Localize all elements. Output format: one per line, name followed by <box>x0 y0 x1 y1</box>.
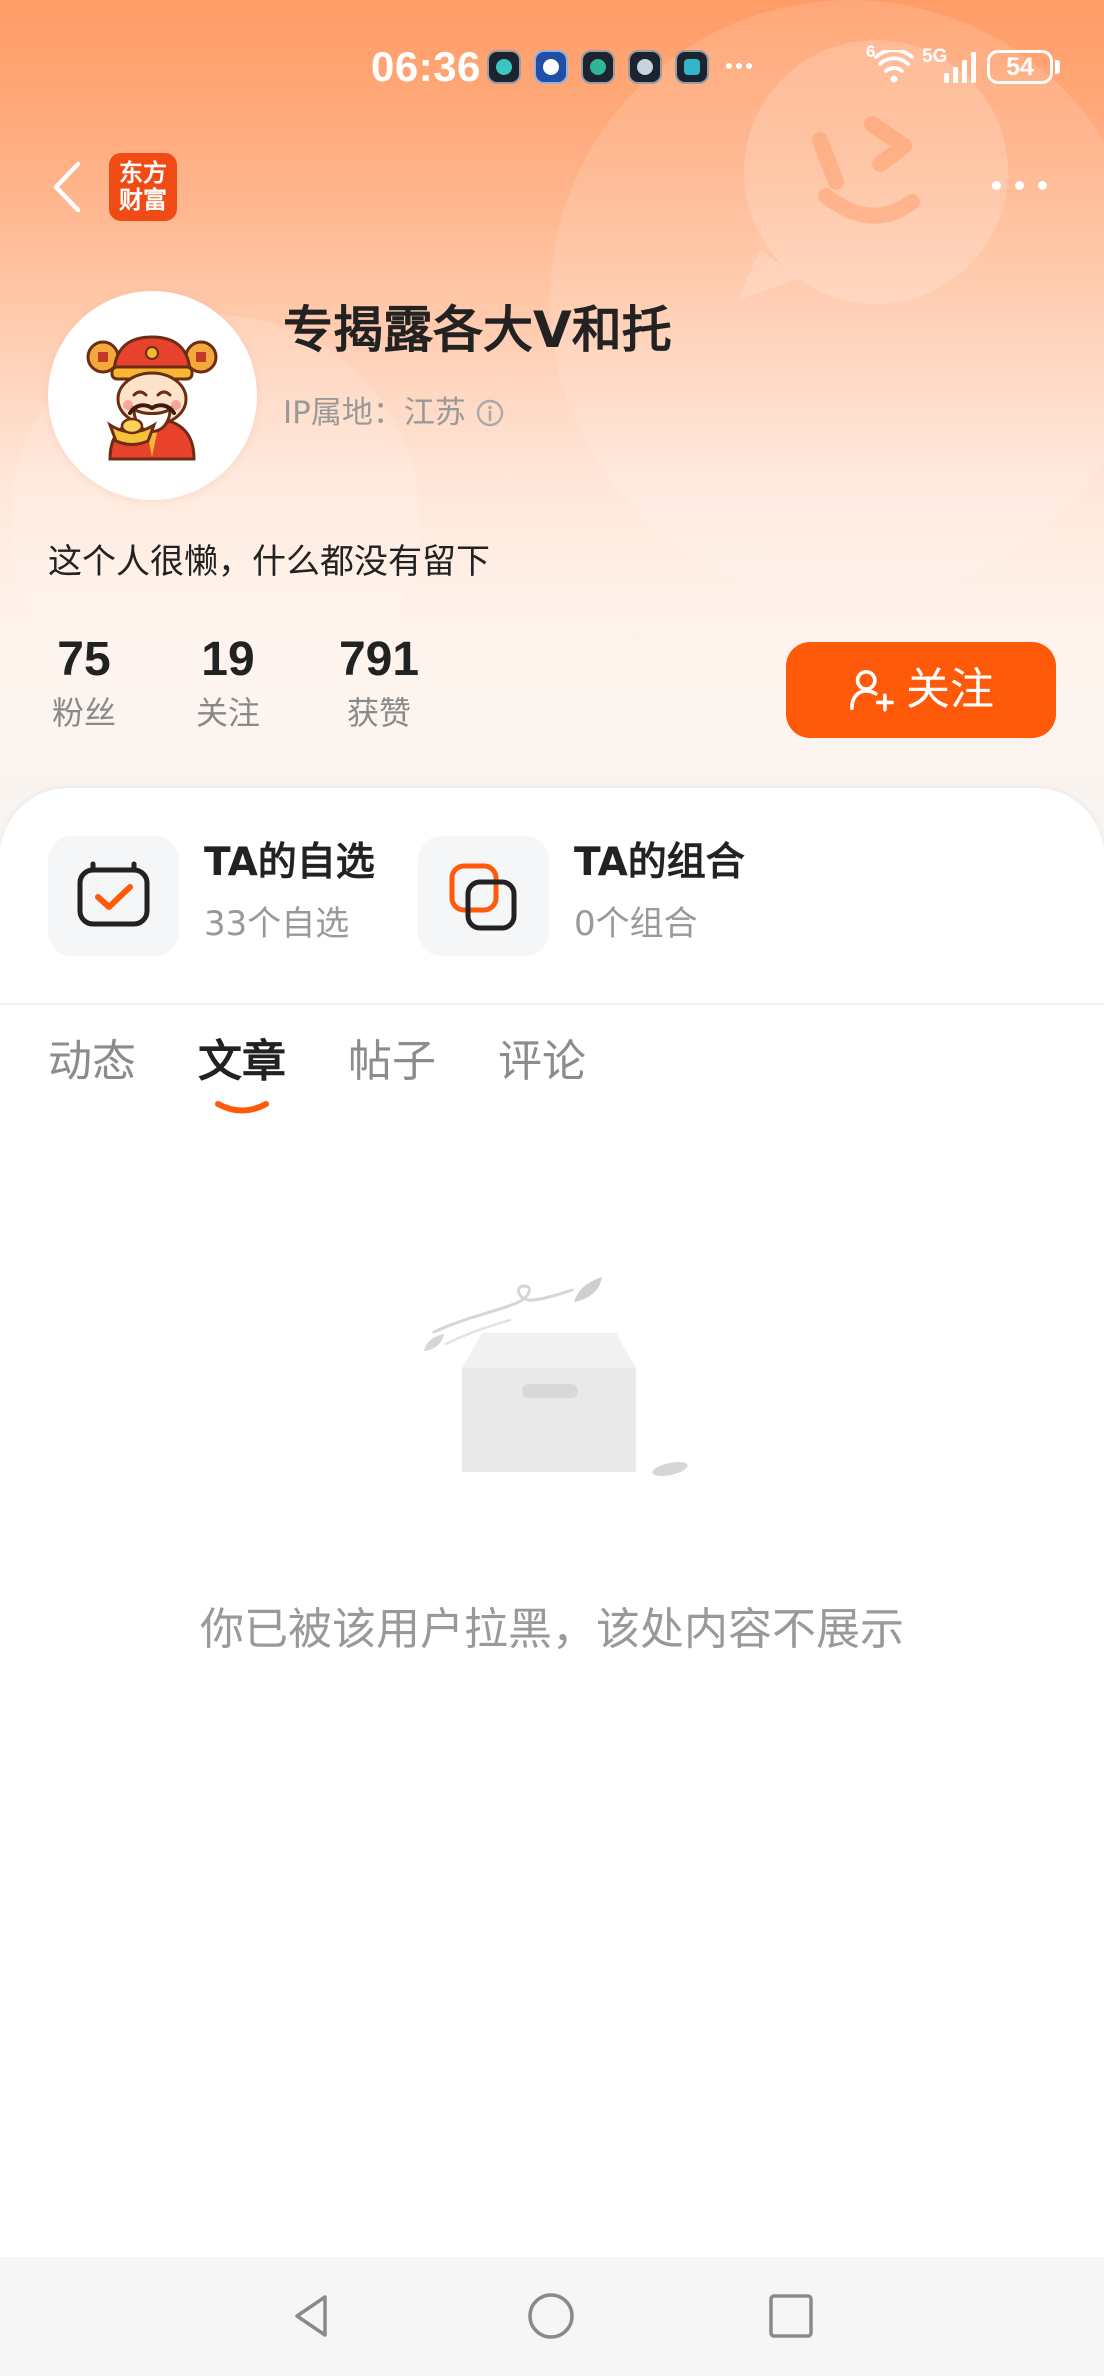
empty-box-illustration <box>337 1277 771 1518</box>
stat-value: 791 <box>338 633 420 686</box>
stat-label: 获赞 <box>346 694 411 732</box>
shortcut-watchlist[interactable]: TA的自选 33个自选 <box>48 836 388 956</box>
follow-button-label: 关注 <box>906 664 994 715</box>
tab-posts[interactable]: 帖子 <box>348 1036 436 1116</box>
content-card: TA的自选 33个自选 TA的组合 0个组合 动态 文章 帖子 评论 你已被该用… <box>0 788 1104 2257</box>
shortcut-subtitle: 0个组合 <box>574 904 698 944</box>
stat-label: 粉丝 <box>51 694 116 732</box>
app-logo: 东方 财富 <box>109 153 177 221</box>
shortcut-title: TA的自选 <box>204 840 375 885</box>
tab-articles[interactable]: 文章 <box>198 1036 286 1116</box>
user-bio: 这个人很懒，什么都没有留下 <box>48 542 490 582</box>
status-time: 06:36 <box>371 43 481 90</box>
follow-button[interactable]: 关注 <box>786 642 1056 738</box>
shortcut-portfolio[interactable]: TA的组合 0个组合 <box>418 836 758 956</box>
stat-followers[interactable]: 75 粉丝 <box>24 632 144 742</box>
battery-indicator: 54 <box>987 50 1053 84</box>
tab-label: 评论 <box>498 1036 586 1087</box>
stat-value: 75 <box>57 633 111 686</box>
more-notifications-icon <box>726 63 752 69</box>
watchlist-icon <box>48 836 179 956</box>
wifi-icon <box>874 50 914 83</box>
tab-label: 文章 <box>198 1036 286 1087</box>
signal-icon <box>944 52 976 83</box>
empty-state-message: 你已被该用户拉黑，该处内容不展示 <box>200 1604 904 1655</box>
battery-tip <box>1055 60 1060 74</box>
stat-following[interactable]: 19 关注 <box>168 632 288 742</box>
more-dots-icon[interactable] <box>992 181 1047 190</box>
ip-location-row: IP属地：江苏 <box>283 393 504 433</box>
home-circle-icon[interactable] <box>526 2291 576 2341</box>
tab-dynamics[interactable]: 动态 <box>48 1036 136 1116</box>
portfolio-icon <box>418 836 549 956</box>
notification-app-icon <box>581 50 615 84</box>
add-user-icon <box>850 669 894 712</box>
tab-label: 动态 <box>48 1036 136 1087</box>
notification-app-icon <box>487 50 521 84</box>
notification-app-icon <box>534 50 568 84</box>
tab-comments[interactable]: 评论 <box>498 1036 586 1116</box>
info-icon[interactable] <box>476 399 504 427</box>
logo-text-line1: 东方 <box>119 159 167 187</box>
section-divider <box>0 1003 1104 1005</box>
caishen-avatar-image <box>86 335 218 461</box>
shortcut-title: TA的组合 <box>574 840 745 885</box>
notification-app-icon <box>628 50 662 84</box>
ip-location: IP属地：江苏 <box>283 395 466 431</box>
notification-icons <box>487 50 709 84</box>
shortcut-subtitle: 33个自选 <box>204 904 350 944</box>
tab-active-indicator <box>215 1101 269 1114</box>
stat-likes[interactable]: 791 获赞 <box>319 632 439 742</box>
stat-label: 关注 <box>195 694 260 732</box>
stat-value: 19 <box>201 633 255 686</box>
system-nav-bar <box>0 2257 1104 2376</box>
back-triangle-icon[interactable] <box>287 2291 337 2341</box>
tab-label: 帖子 <box>348 1036 436 1087</box>
user-avatar[interactable] <box>48 291 257 500</box>
notification-app-icon <box>675 50 709 84</box>
recents-square-icon[interactable] <box>766 2291 816 2341</box>
chevron-left-icon[interactable] <box>50 160 84 214</box>
user-name: 专揭露各大V和托 <box>283 301 672 359</box>
battery-level: 54 <box>1006 53 1034 81</box>
logo-text-line2: 财富 <box>119 186 167 214</box>
